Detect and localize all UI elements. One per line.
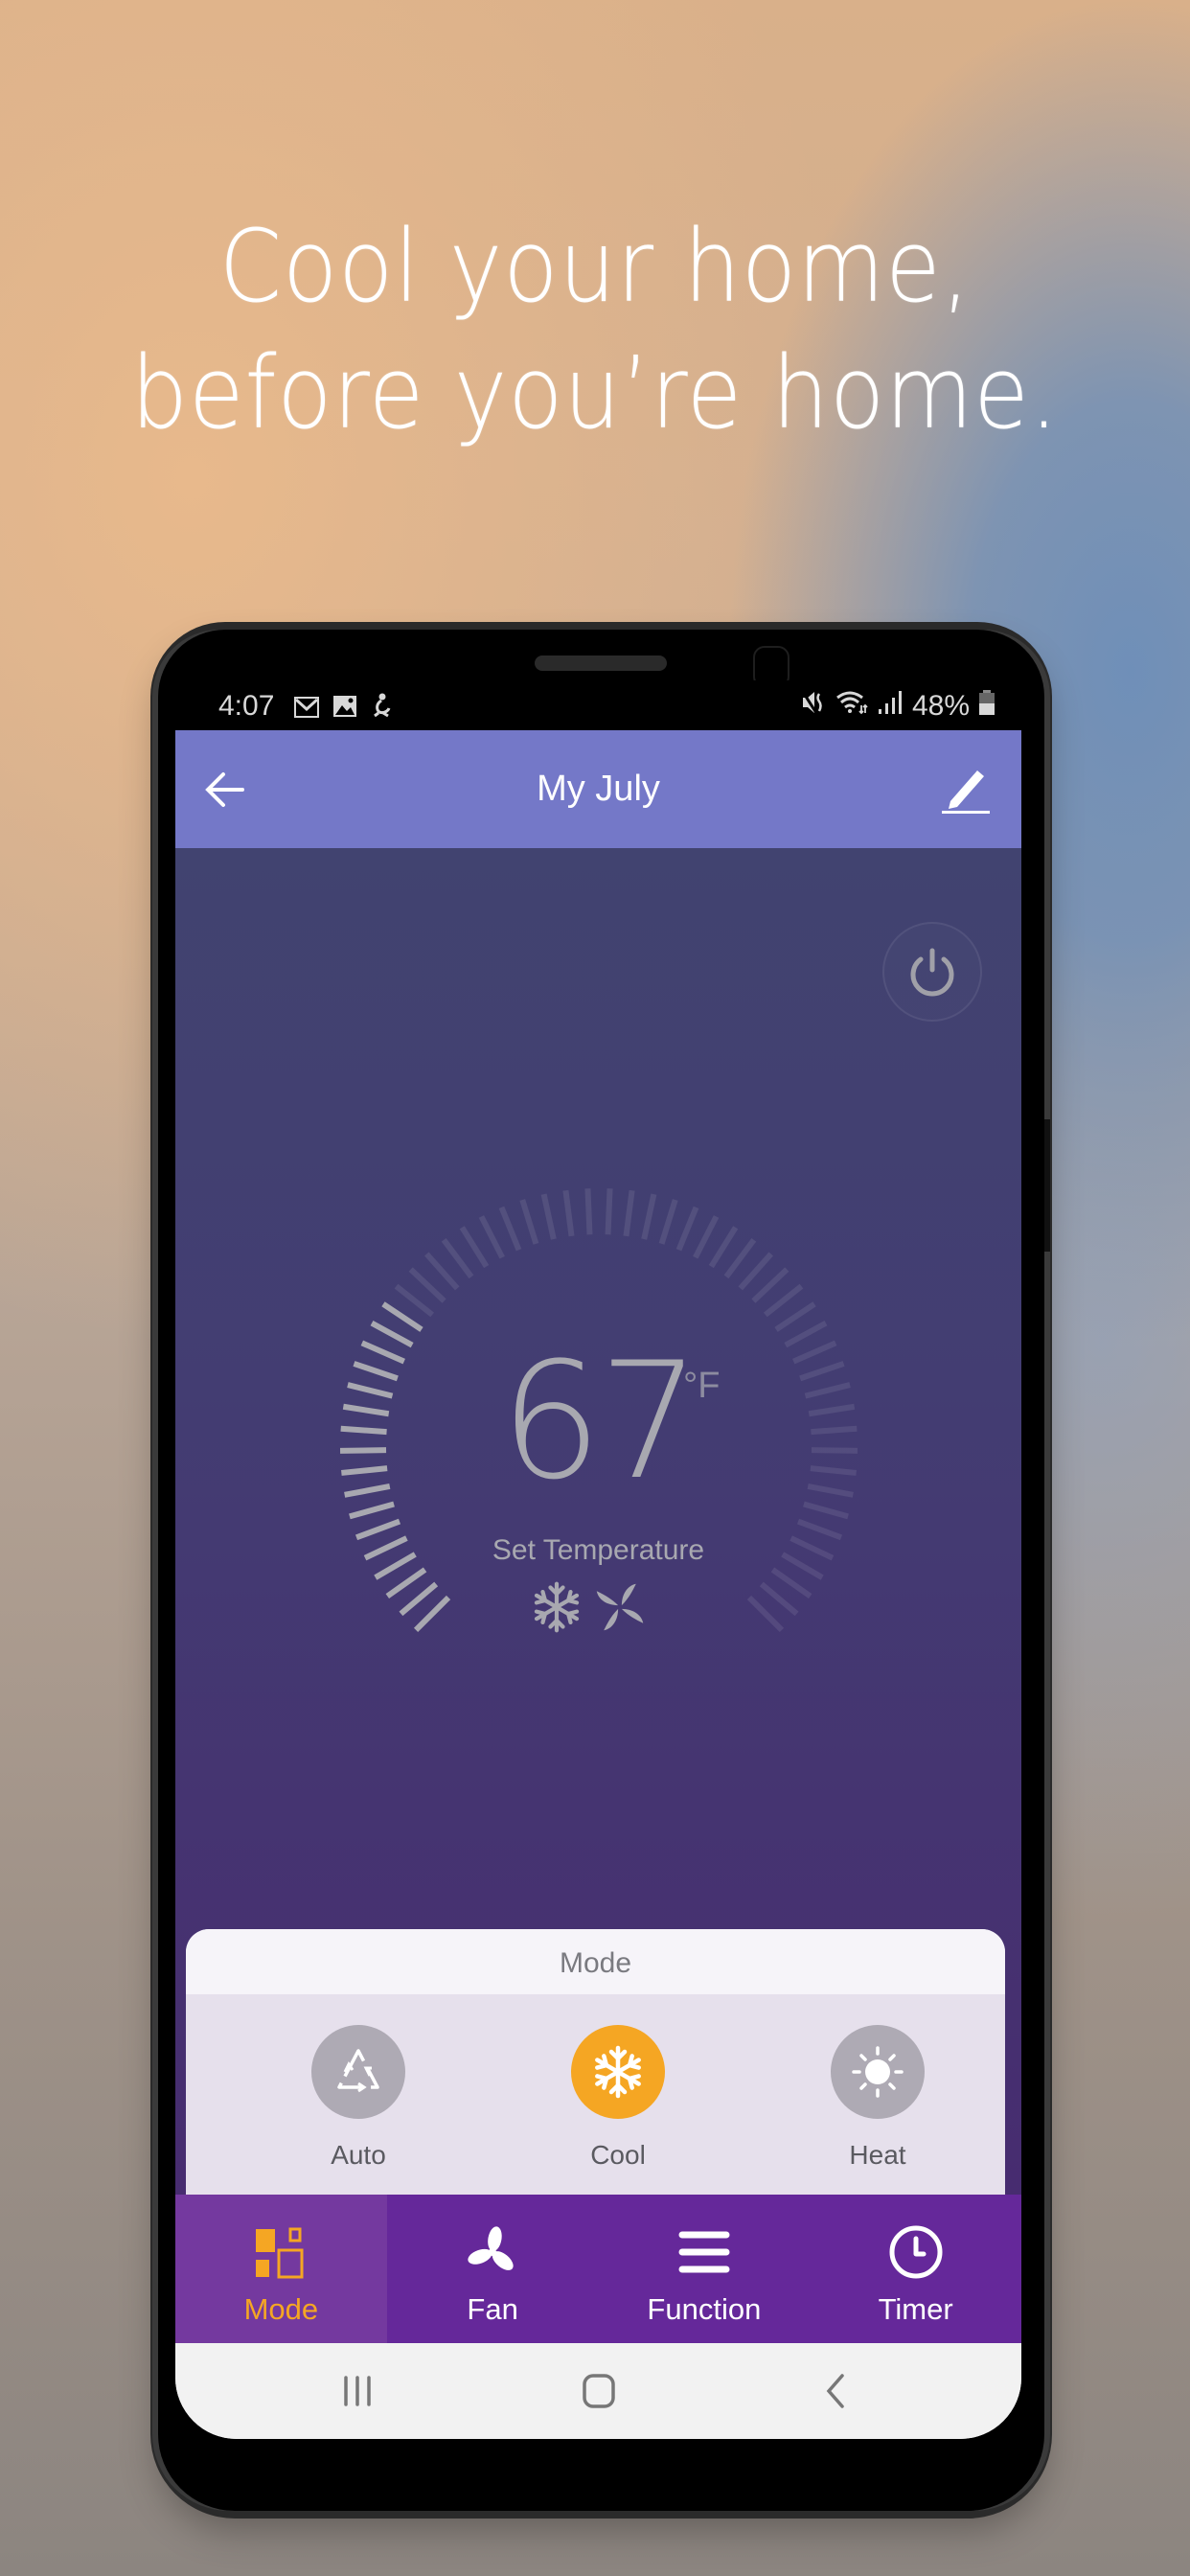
mode-option-cool[interactable]: Cool [522,2025,714,2171]
bottom-nav: Mode Fan Function Timer [175,2195,1021,2343]
wifi-icon [835,690,868,723]
mute-icon [801,690,826,723]
nav-tab-timer[interactable]: Timer [810,2195,1021,2343]
nav-tab-function[interactable]: Function [599,2195,811,2343]
dial-tick-inactive [759,1581,799,1617]
dial-tick-inactive [723,1238,757,1279]
system-nav-bar [175,2343,1021,2439]
set-temperature-label: Set Temperature [492,1534,705,1566]
dial-tick-inactive [770,1567,812,1599]
dial-tick-inactive [478,1215,505,1259]
dial-tick-inactive [675,1206,699,1252]
power-button[interactable] [882,922,982,1022]
phone-screen: 4:07 48% My July 67 °F Set Temperature M… [175,680,1021,2439]
recent-apps-icon [344,2376,371,2406]
mode-label: Heat [849,2140,906,2170]
dial-tick-inactive [641,1193,657,1240]
edit-button[interactable] [939,765,993,815]
dial-tick-inactive [605,1188,613,1235]
dial-tick-inactive [746,1595,785,1633]
nav-label: Mode [243,2292,319,2326]
menu-icon [678,2231,730,2273]
dial-tick-inactive [540,1193,557,1240]
status-time: 4:07 [218,690,275,722]
mode-label: Cool [590,2140,646,2170]
set-temperature-value: 67 [499,1327,701,1515]
fitness-icon [371,693,392,725]
dial-tick-inactive [498,1206,522,1252]
dial-tick-inactive [751,1267,790,1303]
mode-grid-icon [256,2227,304,2279]
mode-option-heat[interactable]: Heat [782,2025,973,2171]
fan-icon [468,2226,514,2270]
battery-icon [979,690,995,723]
dial-tick-inactive [763,1283,804,1318]
recent-apps-button[interactable] [338,2372,377,2415]
dial-tick-inactive [394,1283,435,1318]
dial-tick-inactive [424,1252,460,1291]
clock-icon [889,2225,943,2279]
nav-tab-mode[interactable]: Mode [175,2195,387,2343]
headline-line-1: Cool your home, [218,208,972,325]
dial-tick-inactive [738,1252,773,1291]
dial-tick-inactive [562,1189,575,1237]
dial-tick-inactive [708,1226,739,1269]
dial-tick-inactive [441,1238,474,1279]
dial-tick-active [349,1501,395,1520]
dial-tick-inactive [693,1215,720,1259]
nav-label: Fan [467,2292,518,2326]
home-button[interactable] [580,2372,618,2415]
temperature-unit: °F [683,1366,721,1406]
gmail-icon [294,693,319,725]
phone-earpiece [535,656,667,671]
nav-tab-fan[interactable]: Fan [387,2195,599,2343]
nav-label: Function [647,2292,762,2326]
snowflake-icon [530,1578,584,1641]
dial-tick-inactive [623,1189,635,1237]
gallery-icon [332,693,357,725]
recycle-icon [337,2049,379,2093]
pencil-icon [942,770,990,814]
chevron-left-icon [826,2374,844,2408]
mode-option-auto[interactable]: Auto [263,2025,454,2171]
sun-icon [852,2046,904,2098]
thermostat-panel: 67 °F Set Temperature Mode Auto Cool Hea… [175,848,1021,2362]
mode-panel-title: Mode [186,1929,1005,1994]
promo-headline: Cool your home, before you’re home. [0,203,1190,456]
headline-line-2: before you’re home. [130,334,1060,451]
dial-tick-inactive [584,1188,593,1235]
dial-tick-inactive [459,1226,490,1269]
dial-tick-inactive [774,1301,816,1332]
snowflake-icon [589,2045,647,2101]
fan-icon [593,1578,647,1641]
dial-tick-inactive [519,1199,539,1245]
signal-icon [878,690,903,723]
dial-tick-inactive [803,1501,849,1520]
mode-label: Auto [331,2140,386,2170]
dial-tick-active [399,1581,439,1617]
nav-label: Timer [878,2292,953,2326]
dial-tick-inactive [408,1267,446,1303]
status-bar: 4:07 48% [175,680,1021,730]
dial-tick-active [381,1301,423,1332]
phone-side-button [1044,1119,1050,1252]
app-bar: My July [175,730,1021,848]
device-title: My July [537,769,660,809]
home-icon [583,2374,615,2408]
dial-tick-inactive [658,1199,678,1245]
dial-tick-active [385,1567,427,1599]
back-nav-button[interactable] [817,2372,856,2415]
power-icon [910,948,954,997]
dial-tick-active [413,1595,451,1633]
battery-percent: 48% [911,690,970,722]
